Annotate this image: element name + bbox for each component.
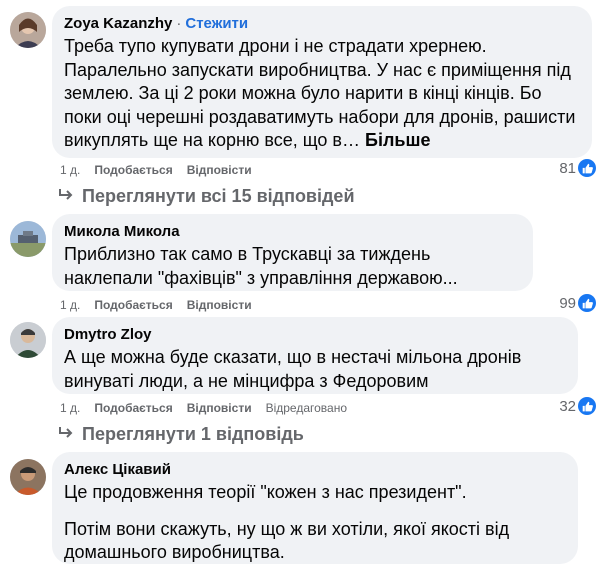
comment-bubble: Алекс Цікавий Це продовження теорії "кож… [52,452,578,564]
like-button[interactable]: Подобається [94,401,172,415]
comment-time[interactable]: 1 д. [60,401,80,415]
comment-author[interactable]: Dmytro Zloy [64,325,566,344]
comment-text: А ще можна буде сказати, що в нестачі мі… [64,347,522,391]
comment-author[interactable]: Zoya Kazanzhy [64,15,172,32]
comment-bubble: Dmytro Zloy А ще можна буде сказати, що … [52,317,578,394]
reply-arrow-icon [58,424,74,445]
reaction-count[interactable]: 99 [559,294,596,312]
reply-button[interactable]: Відповісти [187,163,252,177]
view-replies-link[interactable]: Переглянути всі 15 відповідей [58,186,355,207]
comment-bubble: Zoya Kazanzhy · Стежити Треба тупо купуват… [52,6,592,158]
thumbs-up-icon [578,159,596,177]
like-button[interactable]: Подобається [94,163,172,177]
reply-button[interactable]: Відповісти [187,401,252,415]
avatar[interactable] [10,322,46,358]
reaction-count[interactable]: 32 [559,397,596,415]
comment-time[interactable]: 1 д. [60,298,80,312]
view-replies-link[interactable]: Переглянути 1 відповідь [58,424,304,445]
avatar[interactable] [10,459,46,495]
follow-button[interactable]: Стежити [185,15,248,32]
comment-meta: 1 д. Подобається Відповісти [60,163,266,177]
comment-meta: 1 д. Подобається Відповісти [60,298,266,312]
thumbs-up-icon [578,397,596,415]
comment-bubble: Микола Микола Приблизно так само в Труск… [52,214,533,291]
like-button[interactable]: Подобається [94,298,172,312]
avatar[interactable] [10,221,46,257]
comment-author[interactable]: Алекс Цікавий [64,460,566,479]
edited-label: Відредаговано [265,401,348,415]
comment-author[interactable]: Микола Микола [64,222,521,241]
see-more-link[interactable]: Більше [365,130,430,150]
reaction-count[interactable]: 81 [559,159,596,177]
reply-button[interactable]: Відповісти [187,298,252,312]
comment-text: Це продовження теорії "кожен з нас прези… [64,482,510,562]
thumbs-up-icon [578,294,596,312]
comment-meta: 1 д. Подобається Відповісти Відредаговано [60,401,361,415]
comment-text: Треба тупо купувати дрони і не страдати … [64,36,576,150]
comment-text: Приблизно так само в Трускавці за тижден… [64,244,458,288]
reply-arrow-icon [58,186,74,207]
comment-time[interactable]: 1 д. [60,163,80,177]
avatar[interactable] [10,12,46,48]
